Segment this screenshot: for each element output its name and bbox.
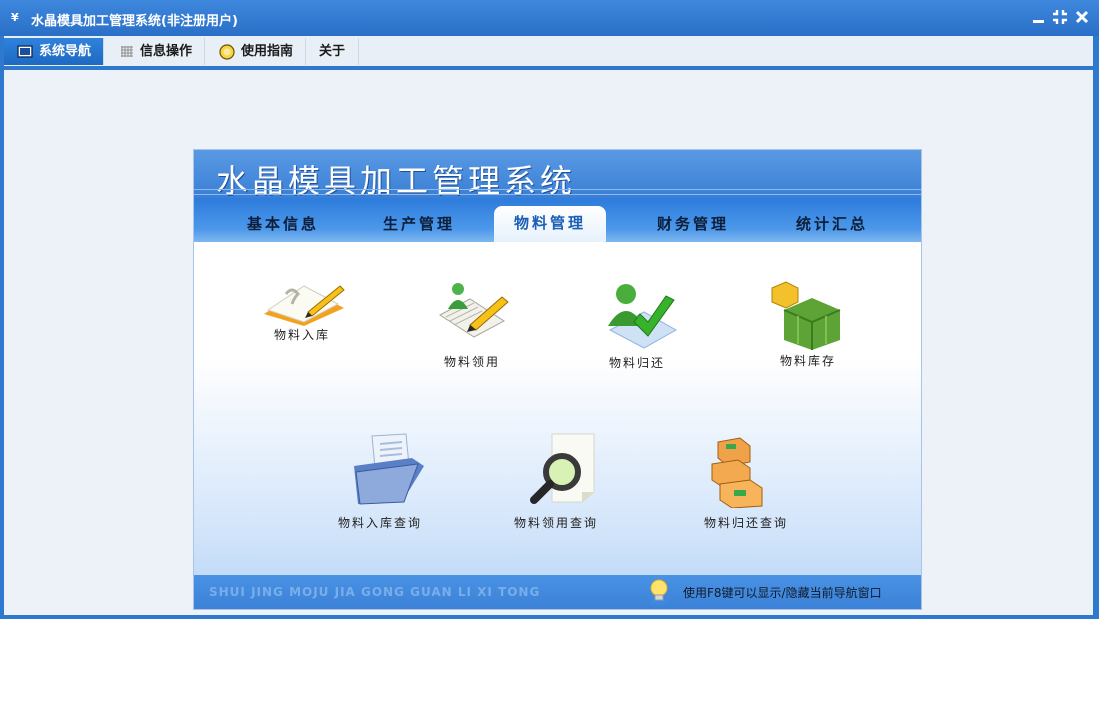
main-window: ¥ 水晶模具加工管理系统(非注册用户) 系统导航 信息操作 使用指南 关于 水晶… — [0, 0, 1099, 619]
menu-item-info-ops[interactable]: 信息操作 — [105, 38, 205, 65]
panel-header: 水晶模具加工管理系统 — [194, 150, 921, 200]
menu-item-about[interactable]: 关于 — [307, 38, 359, 65]
header-rule — [194, 194, 921, 195]
monitor-icon — [17, 45, 33, 58]
item-label: 物料领用 — [444, 355, 501, 369]
tab-basic-info[interactable]: 基本信息 — [247, 213, 319, 234]
tab-materials[interactable]: 物料管理 — [494, 206, 606, 242]
cubes-icon — [771, 281, 841, 350]
lightbulb-icon — [650, 579, 668, 605]
menu-label: 使用指南 — [241, 44, 294, 59]
tab-production[interactable]: 生产管理 — [383, 213, 455, 234]
footer-hint: 使用F8键可以显示/隐藏当前导航窗口 — [683, 586, 882, 600]
material-inbound-query-button[interactable]: 物料入库查询 — [338, 432, 448, 532]
material-issue-query-button[interactable]: 物料领用查询 — [514, 432, 624, 532]
minimize-icon[interactable] — [1031, 9, 1047, 25]
close-icon[interactable] — [1074, 9, 1090, 25]
menu-bar: 系统导航 信息操作 使用指南 关于 — [4, 36, 1093, 67]
footer-pinyin: SHUI JING MOJU JIA GONG GUAN LI XI TONG — [209, 585, 541, 599]
app-icon: ¥ — [11, 11, 19, 24]
boxes-icon — [711, 437, 763, 508]
user-check-icon — [608, 284, 678, 349]
folder-docs-icon — [354, 433, 424, 505]
item-label: 物料领用查询 — [514, 516, 599, 530]
material-return-query-button[interactable]: 物料归还查询 — [704, 436, 814, 536]
grid-icon — [121, 46, 133, 57]
item-label: 物料库存 — [780, 354, 837, 368]
header-rule — [194, 189, 921, 190]
tab-statistics[interactable]: 统计汇总 — [796, 213, 868, 234]
item-label: 物料归还查询 — [704, 516, 789, 530]
material-return-button[interactable]: 物料归还 — [604, 282, 684, 378]
material-inventory-button[interactable]: 物料库存 — [770, 280, 850, 376]
menu-label: 关于 — [319, 44, 346, 59]
material-issue-button[interactable]: 物料领用 — [434, 279, 514, 375]
menu-item-system-nav[interactable]: 系统导航 — [4, 38, 104, 65]
item-label: 物料入库查询 — [338, 516, 423, 530]
menu-label: 信息操作 — [140, 44, 193, 59]
item-label: 物料归还 — [609, 356, 666, 370]
menu-label: 系统导航 — [39, 44, 92, 59]
help-circle-icon — [219, 44, 235, 60]
menu-item-guide[interactable]: 使用指南 — [206, 38, 306, 65]
notebook-pen-icon — [264, 285, 345, 326]
panel-title: 水晶模具加工管理系统 — [216, 162, 577, 200]
navigation-panel: 水晶模具加工管理系统 基本信息 生产管理 物料管理 财务管理 统计汇总 物料入库 — [194, 150, 921, 609]
tab-bar: 基本信息 生产管理 物料管理 财务管理 统计汇总 — [194, 198, 921, 242]
panel-footer: SHUI JING MOJU JIA GONG GUAN LI XI TONG … — [194, 575, 921, 609]
item-label: 物料入库 — [274, 328, 331, 342]
title-bar: ¥ 水晶模具加工管理系统(非注册用户) — [0, 0, 1099, 36]
user-pencil-icon — [439, 283, 509, 338]
window-title: 水晶模具加工管理系统(非注册用户) — [31, 14, 238, 29]
magnifier-doc-icon — [530, 433, 595, 504]
tab-finance[interactable]: 财务管理 — [657, 213, 729, 234]
restore-icon[interactable] — [1052, 9, 1068, 25]
material-inbound-button[interactable]: 物料入库 — [258, 276, 348, 372]
